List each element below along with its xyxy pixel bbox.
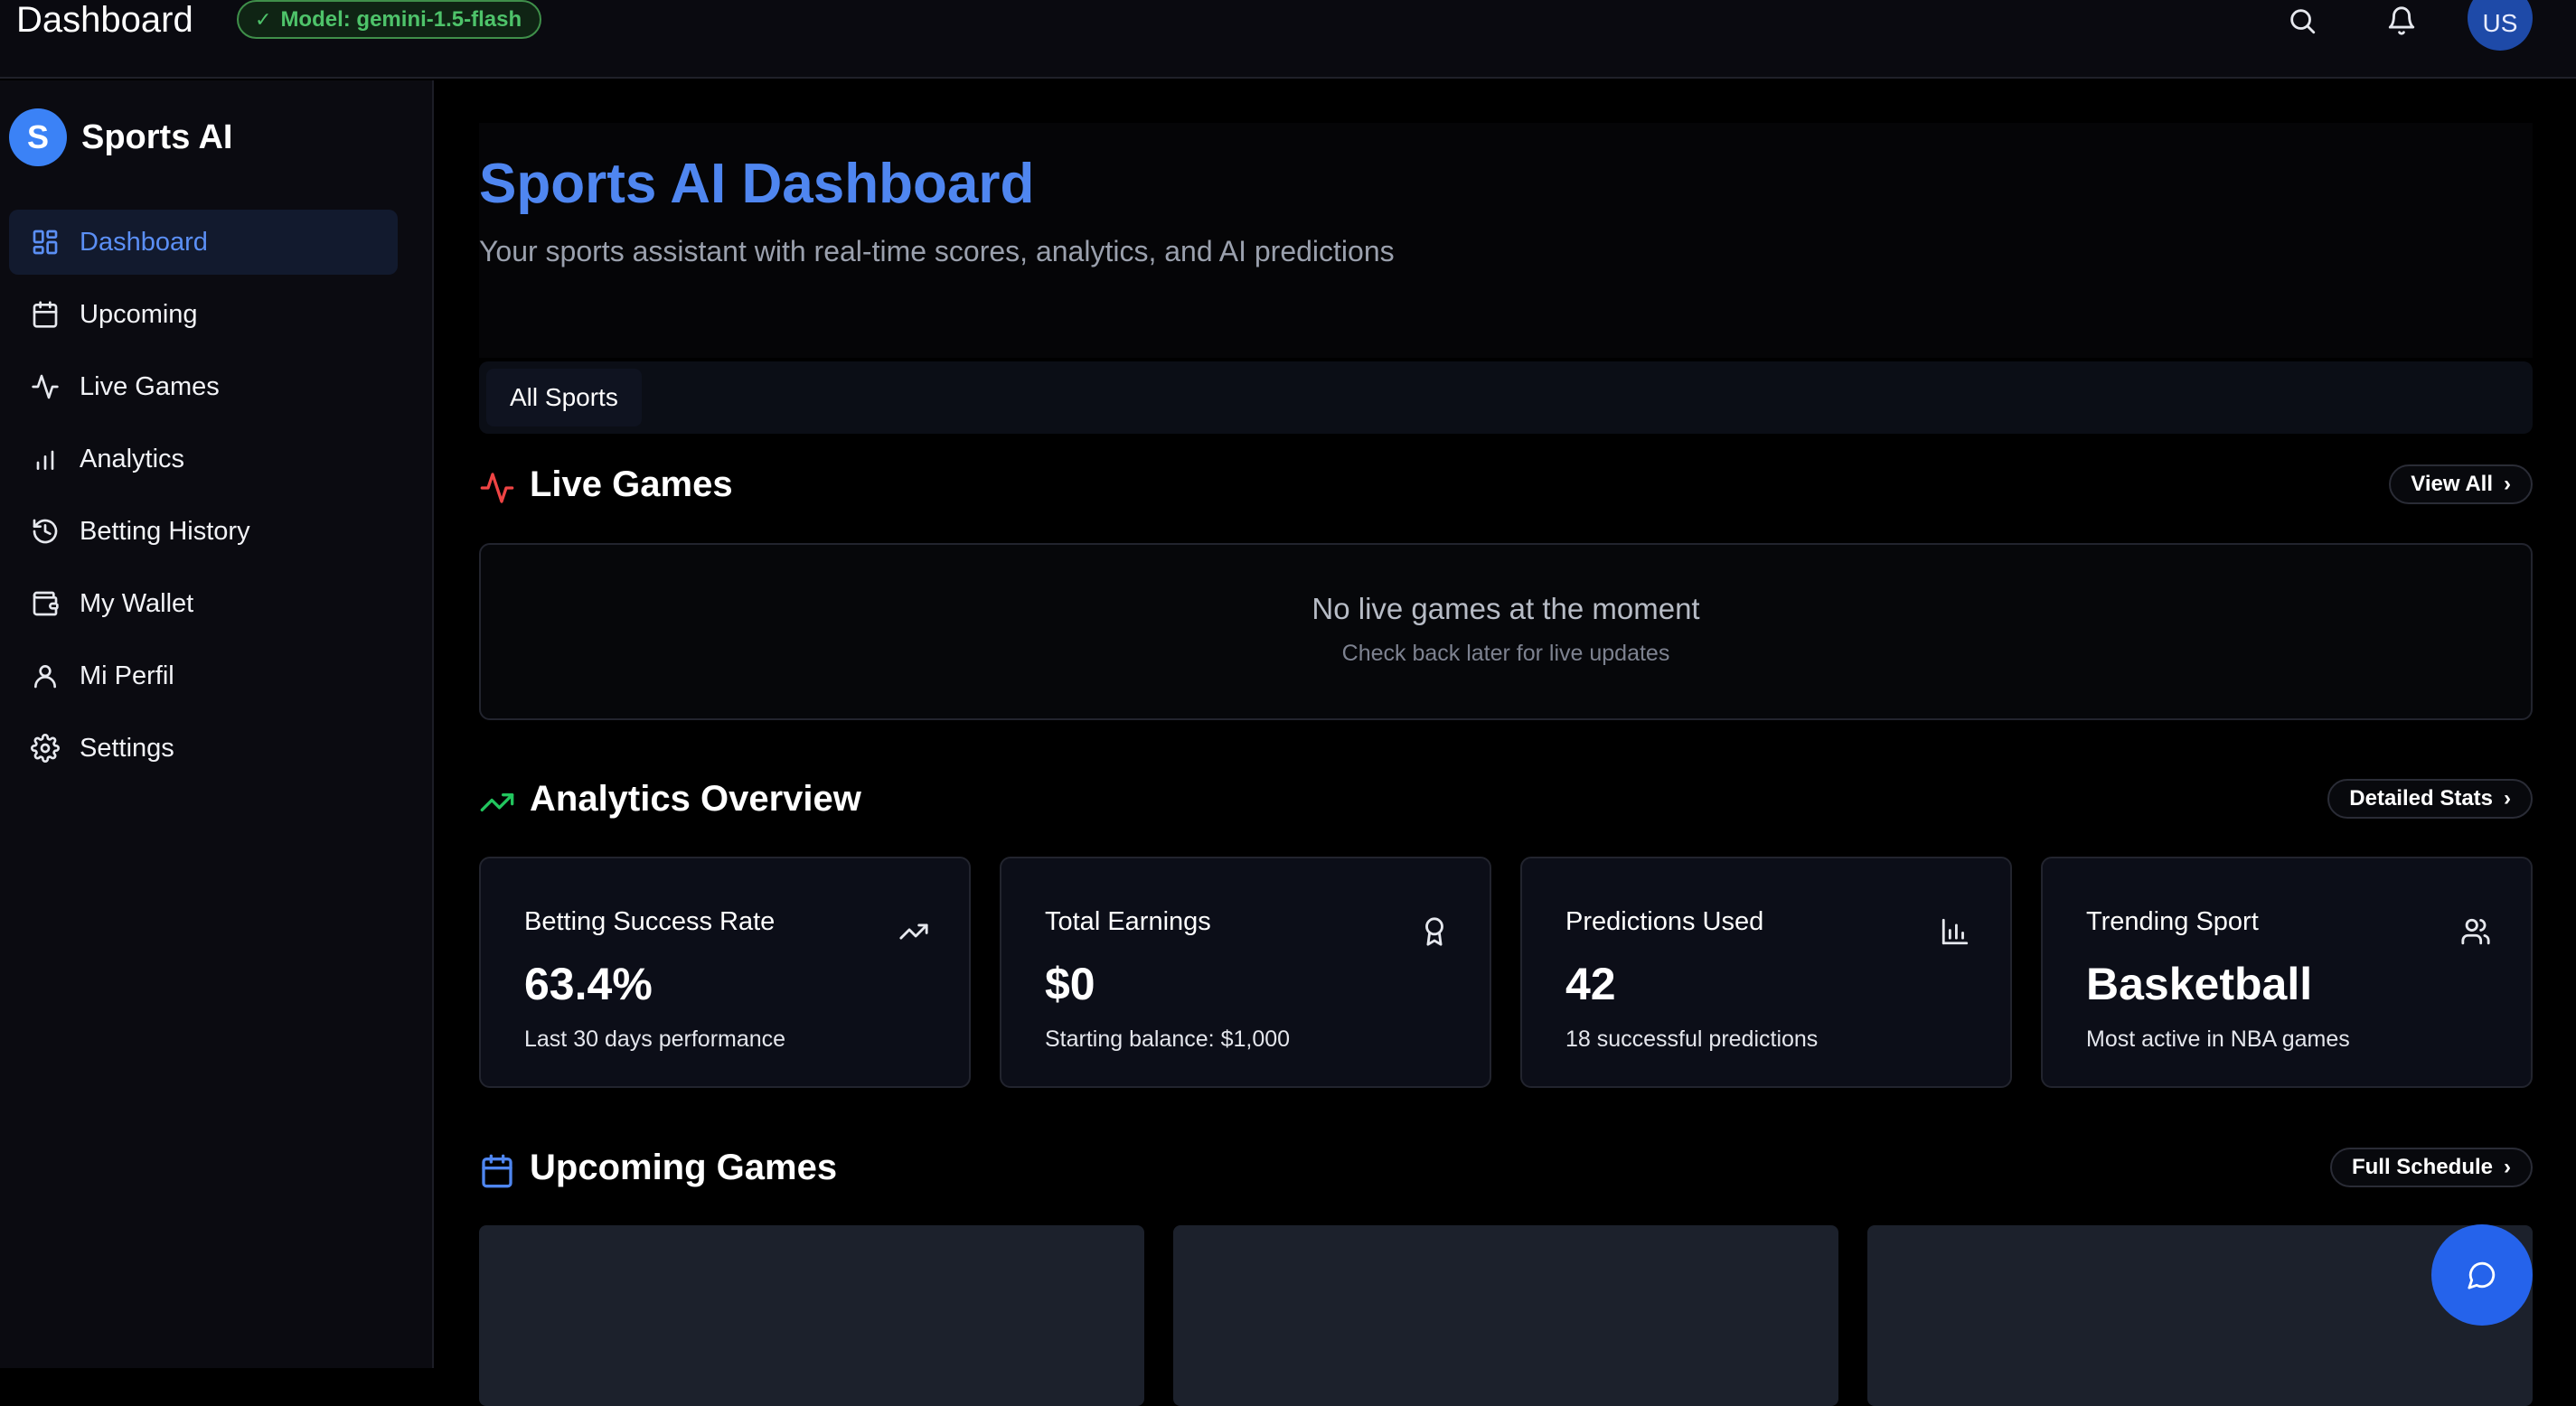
avatar[interactable]: US	[2468, 0, 2533, 51]
sidebar-item-analytics[interactable]: Analytics	[9, 426, 398, 492]
sidebar-item-label: Dashboard	[80, 227, 208, 257]
filter-all-sports[interactable]: All Sports	[486, 369, 642, 426]
stat-label: Trending Sport	[2086, 907, 2259, 936]
sidebar-item-label: Mi Perfil	[80, 661, 174, 690]
activity-icon	[32, 374, 59, 399]
page-title: Dashboard	[16, 0, 193, 40]
brand-name: Sports AI	[81, 117, 233, 156]
calendar-icon	[33, 301, 58, 328]
wallet-icon	[33, 591, 59, 616]
bar-chart-icon	[36, 450, 54, 470]
sidebar-item-live-games[interactable]: Live Games	[9, 354, 398, 419]
hero-subtitle: Your sports assistant with real-time sco…	[479, 235, 1395, 267]
view-all-button[interactable]: View All ›	[2389, 464, 2533, 504]
sidebar-item-label: Analytics	[80, 444, 185, 473]
bell-icon[interactable]	[2386, 5, 2417, 36]
sidebar-item-label: Upcoming	[80, 299, 198, 329]
full-schedule-button[interactable]: Full Schedule ›	[2329, 1148, 2533, 1187]
section-title: Upcoming Games	[530, 1148, 838, 1187]
sidebar: S Sports AI Dashboard Upcoming Live Game…	[0, 80, 434, 1368]
calendar-icon	[482, 1154, 512, 1188]
chat-button[interactable]	[2431, 1224, 2533, 1326]
stat-card-success-rate: Betting Success Rate 63.4% Last 30 days …	[479, 857, 971, 1088]
stat-value: $0	[1045, 959, 1095, 1009]
trending-up-icon	[480, 793, 514, 811]
check-icon: ✓	[255, 7, 272, 31]
stat-value: Basketball	[2086, 959, 2313, 1009]
top-bar: Dashboard ✓ Model: gemini-1.5-flash US	[0, 0, 2576, 79]
sidebar-item-betting-history[interactable]: Betting History	[9, 499, 398, 564]
stat-note: Most active in NBA games	[2086, 1026, 2350, 1052]
section-title: Analytics Overview	[530, 779, 861, 819]
sidebar-item-dashboard[interactable]: Dashboard	[9, 210, 398, 275]
history-icon	[33, 519, 58, 544]
bar-chart-icon	[1941, 918, 1969, 945]
live-games-empty-state: No live games at the moment Check back l…	[479, 543, 2533, 720]
sidebar-item-label: My Wallet	[80, 588, 194, 618]
chevron-right-icon: ›	[2504, 786, 2511, 811]
trending-up-icon	[899, 923, 928, 940]
brand-logo: S	[9, 108, 67, 166]
model-badge: ✓ Model: gemini-1.5-flash	[237, 0, 542, 39]
stat-card-total-earnings: Total Earnings $0 Starting balance: $1,0…	[1000, 857, 1491, 1088]
empty-title: No live games at the moment	[1312, 592, 1700, 625]
sidebar-item-label: Live Games	[80, 371, 220, 401]
sidebar-item-upcoming[interactable]: Upcoming	[9, 282, 398, 347]
button-label: Detailed Stats	[2349, 786, 2493, 811]
sidebar-item-mi-perfil[interactable]: Mi Perfil	[9, 643, 398, 708]
chevron-right-icon: ›	[2504, 472, 2511, 496]
detailed-stats-button[interactable]: Detailed Stats ›	[2327, 779, 2533, 819]
game-card-placeholder[interactable]	[1867, 1225, 2533, 1406]
stat-card-trending-sport: Trending Sport Basketball Most active in…	[2041, 857, 2533, 1088]
gear-icon	[31, 734, 60, 763]
hero-title: Sports AI Dashboard	[479, 153, 1035, 215]
stat-value: 63.4%	[524, 959, 653, 1009]
sidebar-item-label: Settings	[80, 733, 174, 763]
stat-label: Betting Success Rate	[524, 907, 776, 936]
users-icon	[2461, 918, 2490, 945]
search-icon[interactable]	[2287, 5, 2317, 36]
hero: Sports AI Dashboard Your sports assistan…	[479, 123, 2533, 358]
stat-label: Total Earnings	[1045, 907, 1211, 936]
stat-label: Predictions Used	[1565, 907, 1764, 936]
stat-card-predictions-used: Predictions Used 42 18 successful predic…	[1520, 857, 2012, 1088]
game-card-placeholder[interactable]	[1173, 1225, 1838, 1406]
user-icon	[34, 665, 56, 689]
stat-note: Starting balance: $1,000	[1045, 1026, 1291, 1052]
sidebar-item-my-wallet[interactable]: My Wallet	[9, 571, 398, 636]
live-games-header: Live Games View All ›	[479, 459, 2533, 513]
model-badge-label: Model: gemini-1.5-flash	[280, 6, 522, 32]
sidebar-item-settings[interactable]: Settings	[9, 716, 398, 781]
message-circle-icon	[2468, 1261, 2496, 1289]
game-card-placeholder[interactable]	[479, 1225, 1144, 1406]
stat-value: 42	[1565, 959, 1616, 1009]
button-label: Full Schedule	[2351, 1155, 2493, 1179]
sport-filter-bar: All Sports	[479, 361, 2533, 434]
stat-note: 18 successful predictions	[1565, 1026, 1819, 1052]
analytics-header: Analytics Overview Detailed Stats ›	[479, 773, 2533, 828]
stat-note: Last 30 days performance	[524, 1026, 786, 1052]
empty-subtitle: Check back later for live updates	[1341, 641, 1670, 666]
upcoming-games-header: Upcoming Games Full Schedule ›	[479, 1142, 2533, 1196]
grid-icon	[33, 230, 58, 255]
brand[interactable]: S Sports AI	[9, 108, 233, 166]
activity-icon	[480, 473, 514, 503]
section-title: Live Games	[530, 464, 733, 504]
sidebar-nav: Dashboard Upcoming Live Games Analytics …	[9, 210, 398, 788]
chevron-right-icon: ›	[2504, 1155, 2511, 1179]
sidebar-item-label: Betting History	[80, 516, 250, 546]
award-icon	[1425, 917, 1443, 946]
button-label: View All	[2411, 472, 2493, 496]
